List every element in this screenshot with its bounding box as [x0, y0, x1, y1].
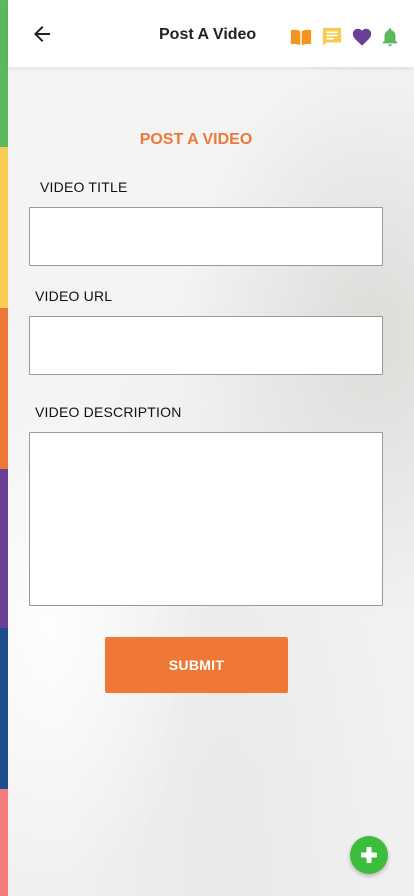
app-header: Post A Video — [8, 0, 414, 67]
side-stripe-orange — [0, 308, 8, 469]
video-title-label: VIDEO TITLE — [40, 179, 128, 195]
video-url-input[interactable] — [29, 316, 383, 375]
video-description-label: VIDEO DESCRIPTION — [35, 404, 182, 420]
side-stripe-green — [0, 0, 8, 147]
add-fab-button[interactable] — [350, 836, 388, 874]
video-url-label: VIDEO URL — [35, 288, 113, 304]
back-arrow-icon[interactable] — [30, 22, 54, 46]
chat-icon[interactable] — [321, 26, 343, 48]
form-heading: POST A VIDEO — [139, 131, 253, 148]
video-description-textarea[interactable] — [29, 432, 383, 606]
heart-icon[interactable] — [351, 26, 373, 48]
bell-icon[interactable] — [379, 26, 401, 48]
book-icon[interactable] — [290, 26, 312, 48]
plus-icon — [361, 847, 377, 863]
submit-button[interactable]: SUBMIT — [105, 637, 288, 693]
side-stripe-yellow — [0, 147, 8, 308]
side-stripe-blue — [0, 628, 8, 789]
side-stripe-pink — [0, 789, 8, 896]
video-title-input[interactable] — [29, 207, 383, 266]
side-stripe-purple — [0, 469, 8, 628]
page-title: Post A Video — [159, 26, 257, 43]
